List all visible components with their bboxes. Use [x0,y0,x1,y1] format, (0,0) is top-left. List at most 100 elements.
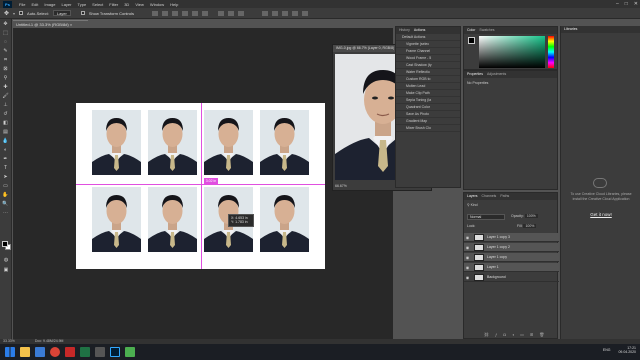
align-bottom-icon[interactable] [172,10,178,16]
layer-row[interactable]: ◉ Layer 1 copy 2 [464,243,559,252]
menu-file[interactable]: File [16,2,28,7]
tab-layers[interactable]: Layers [467,193,478,200]
foreground-color-swatch[interactable] [2,241,8,247]
align-left-icon[interactable] [182,10,188,16]
clone-stamp-tool-icon[interactable]: ⊥ [2,102,10,109]
language-indicator[interactable]: ENG [603,348,611,352]
gradient-tool-icon[interactable]: ▤ [2,129,10,136]
visibility-eye-icon[interactable]: ◉ [464,265,471,270]
menu-layer[interactable]: Layer [58,2,74,7]
shape-tool-icon[interactable]: ▭ [2,183,10,190]
menu-view[interactable]: View [132,2,147,7]
align-right-icon[interactable] [202,10,208,16]
guide-horizontal[interactable] [76,184,325,185]
3d-orbit-icon[interactable] [272,10,278,16]
document-tab[interactable]: Untitled-1 @ 33.3% (RGB/8#) × [13,20,88,28]
layer-filter-kind[interactable]: Kind [471,203,478,207]
distribute-icon[interactable] [218,10,224,16]
lasso-tool-icon[interactable]: ◌ [2,39,10,46]
opacity-input[interactable]: 100% [524,214,538,218]
explorer-icon[interactable] [20,347,30,357]
action-item[interactable]: Save As Photo [396,111,460,118]
crop-tool-icon[interactable]: ⌗ [2,57,10,64]
fill-input[interactable]: 100% [523,224,537,228]
layer-row[interactable]: ◉ Layer 1 [464,263,559,272]
visibility-eye-icon[interactable]: ◉ [464,255,471,260]
quick-mask-icon[interactable]: ◍ [2,257,10,264]
visibility-eye-icon[interactable]: ◉ [464,275,471,280]
3d-slide-icon[interactable] [292,10,298,16]
delete-layer-icon[interactable]: 🗑 [539,332,550,337]
menu-window[interactable]: Window [147,2,167,7]
chrome-icon[interactable] [50,347,60,357]
align-middle-icon[interactable] [162,10,168,16]
action-item[interactable]: Molten Lead [396,83,460,90]
menu-type[interactable]: Type [75,2,90,7]
marquee-tool-icon[interactable]: ⬚ [2,30,10,37]
tab-paths[interactable]: Paths [500,193,509,200]
blend-mode-select[interactable]: Normal [467,214,505,220]
group-icon[interactable]: ▭ [520,332,530,337]
new-layer-icon[interactable]: ⊞ [530,332,539,337]
maximize-button[interactable]: □ [625,0,628,8]
adjustment-layer-icon[interactable]: ◑ [512,332,520,337]
action-item[interactable]: Sepia Toning (la [396,97,460,104]
layer-name[interactable]: Layer 1 [487,265,499,269]
eraser-tool-icon[interactable]: ◧ [2,120,10,127]
media-player-icon[interactable] [35,347,45,357]
distribute-v-icon[interactable] [238,10,244,16]
close-button[interactable]: ✕ [634,0,638,8]
clock[interactable]: 17:21 09.04.2020 [618,346,636,354]
menu-filter[interactable]: Filter [106,2,121,7]
zoom-tool-icon[interactable]: 🔍 [2,201,10,208]
passport-photo[interactable] [92,110,141,175]
action-item[interactable]: Custom RGB to [396,76,460,83]
action-item[interactable]: Make Clip Path [396,90,460,97]
3d-mode-icon[interactable] [262,10,268,16]
tab-libraries[interactable]: Libraries [564,26,577,33]
menu-3d[interactable]: 3D [121,2,132,7]
action-item[interactable]: Vignette (selec [396,41,460,48]
layer-row[interactable]: ◉ Layer 1 copy 3 [464,233,559,242]
action-item[interactable]: Gradient Map [396,118,460,125]
move-tool-icon[interactable]: ✥ [2,21,10,28]
passport-photo[interactable] [148,187,197,252]
minimize-button[interactable]: – [616,0,619,8]
layer-row[interactable]: ◉ Layer 1 copy [464,253,559,262]
action-item[interactable]: Default Actions [396,34,460,41]
calculator-icon[interactable] [95,347,105,357]
brush-tool-icon[interactable]: 🖌 [2,93,10,100]
tab-color[interactable]: Color [467,27,475,34]
auto-select-target-dropdown[interactable]: Layer [52,10,71,16]
align-center-icon[interactable] [192,10,198,16]
eyedropper-tool-icon[interactable]: ⚲ [2,75,10,82]
tab-swatches[interactable]: Swatches [479,27,494,34]
color-field[interactable] [479,36,545,68]
dodge-tool-icon[interactable]: ◐ [2,147,10,154]
add-mask-icon[interactable]: ◘ [503,332,511,337]
link-layers-icon[interactable]: ⛓ [484,332,495,337]
transform-controls-checkbox[interactable] [80,11,85,15]
tab-properties[interactable]: Properties [467,71,483,78]
passport-photo[interactable] [260,110,309,175]
auto-select-checkbox[interactable] [19,11,24,15]
image-viewer-icon[interactable] [125,347,135,357]
passport-photo[interactable] [204,110,253,175]
color-swatch-preview[interactable] [468,37,475,44]
get-it-now-link[interactable]: Get it now! [569,212,633,217]
frame-tool-icon[interactable]: ⊠ [2,66,10,73]
menu-edit[interactable]: Edit [28,2,41,7]
document-canvas[interactable] [76,103,325,269]
layer-row[interactable]: ◉ Background [464,273,559,282]
action-item[interactable]: Frame Channel [396,48,460,55]
screen-mode-icon[interactable]: ▣ [2,267,10,274]
hue-slider[interactable] [548,36,554,68]
guide-vertical[interactable] [201,103,202,269]
more-tools-icon[interactable]: ⋯ [2,210,10,217]
tool-preset-chevron-icon[interactable]: ▾ [13,11,15,16]
pen-tool-icon[interactable]: ✒ [2,156,10,163]
3d-pan-icon[interactable] [282,10,288,16]
history-brush-tool-icon[interactable]: ↺ [2,111,10,118]
quick-select-tool-icon[interactable]: ✎ [2,48,10,55]
visibility-eye-icon[interactable]: ◉ [464,245,471,250]
